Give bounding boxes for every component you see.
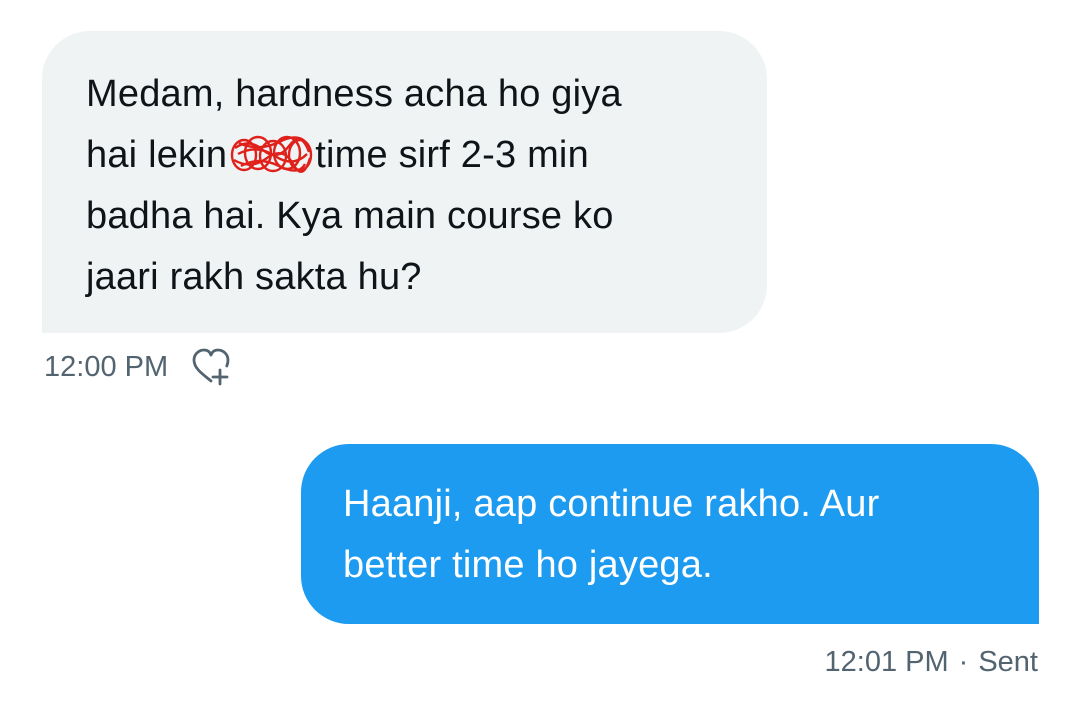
sent-status: Sent <box>978 646 1038 678</box>
received-message-bubble[interactable]: Medam, hardness acha ho giya hai lekin t… <box>42 31 767 333</box>
sent-message-bubble[interactable]: Haanji, aap continue rakho. Aur better t… <box>301 444 1039 624</box>
message-text: time sirf 2-3 min <box>315 134 589 176</box>
message-line: Medam, hardness acha ho giya <box>86 73 622 115</box>
message-line: better time ho jayega. <box>343 544 713 586</box>
message-text: hai lekin <box>86 134 228 176</box>
sent-message-meta: 12:01 PM · Sent <box>825 646 1038 679</box>
sent-timestamp: 12:01 PM <box>824 646 949 678</box>
meta-separator: · <box>958 646 969 678</box>
received-message-meta: 12:00 PM <box>44 347 232 387</box>
redaction-scribble <box>231 135 313 173</box>
heart-plus-icon[interactable] <box>190 347 232 387</box>
message-line: jaari rakh sakta hu? <box>86 256 422 298</box>
message-line: Haanji, aap continue rakho. Aur <box>343 483 880 525</box>
received-timestamp: 12:00 PM <box>44 350 169 383</box>
message-line: badha hai. Kya main course ko <box>86 195 614 237</box>
message-line: hai lekin time sirf 2-3 min <box>86 125 727 186</box>
